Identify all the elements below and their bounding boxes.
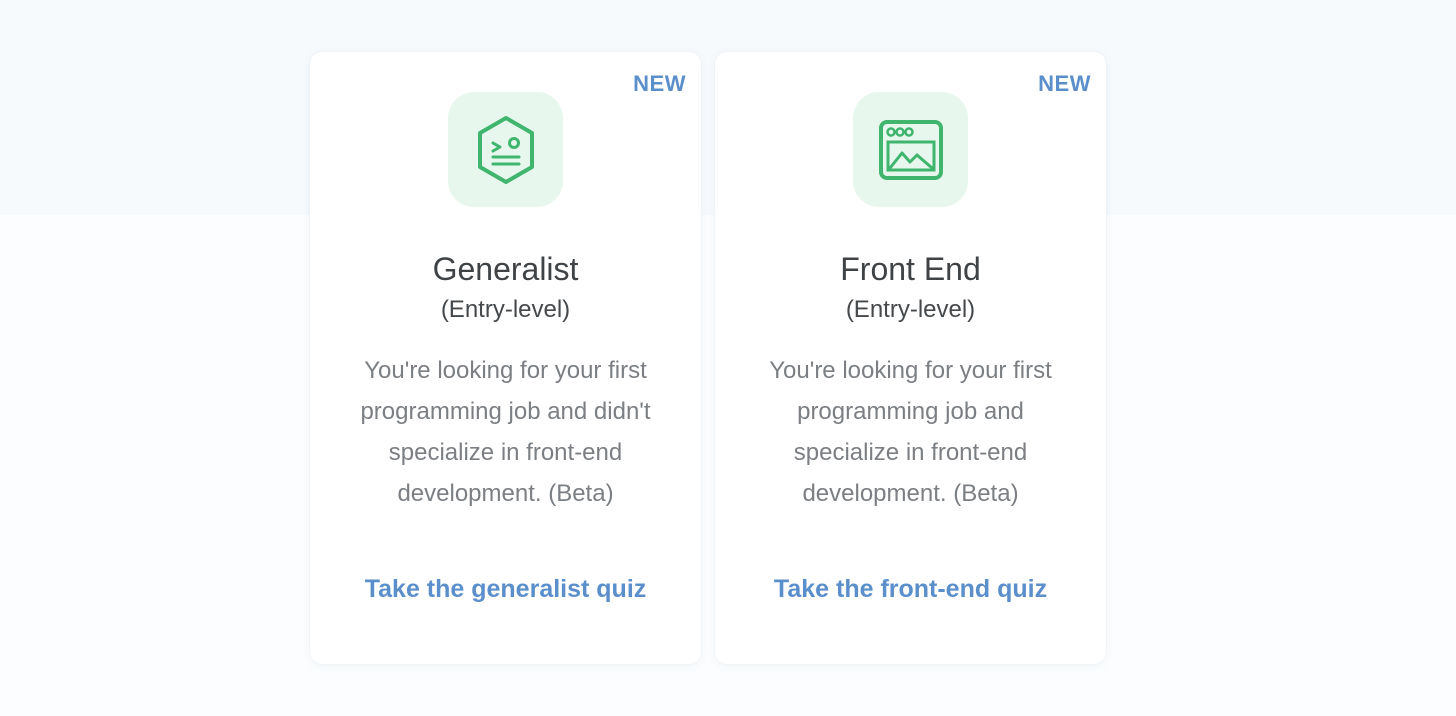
take-generalist-quiz-link[interactable]: Take the generalist quiz bbox=[310, 571, 701, 607]
card-title: Front End bbox=[840, 251, 981, 287]
description-line: You're looking for your first bbox=[364, 357, 647, 384]
description-line: You're looking for your first bbox=[769, 357, 1052, 384]
card-description: You're looking for your first programmin… bbox=[739, 350, 1082, 514]
terminal-hexagon-icon bbox=[477, 115, 534, 184]
card-description: You're looking for your first programmin… bbox=[334, 350, 677, 514]
description-line: programming job and bbox=[797, 398, 1024, 425]
card-title: Generalist bbox=[432, 251, 579, 287]
take-front-end-quiz-link[interactable]: Take the front-end quiz bbox=[715, 571, 1106, 607]
description-line: specialize in front-end bbox=[793, 439, 1028, 466]
description-line: programming job and didn't bbox=[360, 398, 651, 425]
browser-window-image-icon bbox=[878, 119, 943, 180]
quiz-card-list: NEW Generalist (Entry-level) You're look… bbox=[310, 52, 1106, 664]
new-badge: NEW bbox=[1038, 71, 1091, 96]
new-badge: NEW bbox=[633, 71, 686, 96]
icon-tile bbox=[448, 92, 563, 207]
quiz-card-front-end: NEW Front End (Entry-level) You're looki… bbox=[715, 52, 1106, 664]
card-subtitle: (Entry-level) bbox=[845, 296, 976, 323]
icon-tile bbox=[853, 92, 968, 207]
description-line: development. (Beta) bbox=[802, 480, 1019, 507]
quiz-card-generalist: NEW Generalist (Entry-level) You're look… bbox=[310, 52, 701, 664]
description-line: development. (Beta) bbox=[397, 480, 614, 507]
card-subtitle: (Entry-level) bbox=[440, 296, 571, 323]
description-line: specialize in front-end bbox=[388, 439, 623, 466]
